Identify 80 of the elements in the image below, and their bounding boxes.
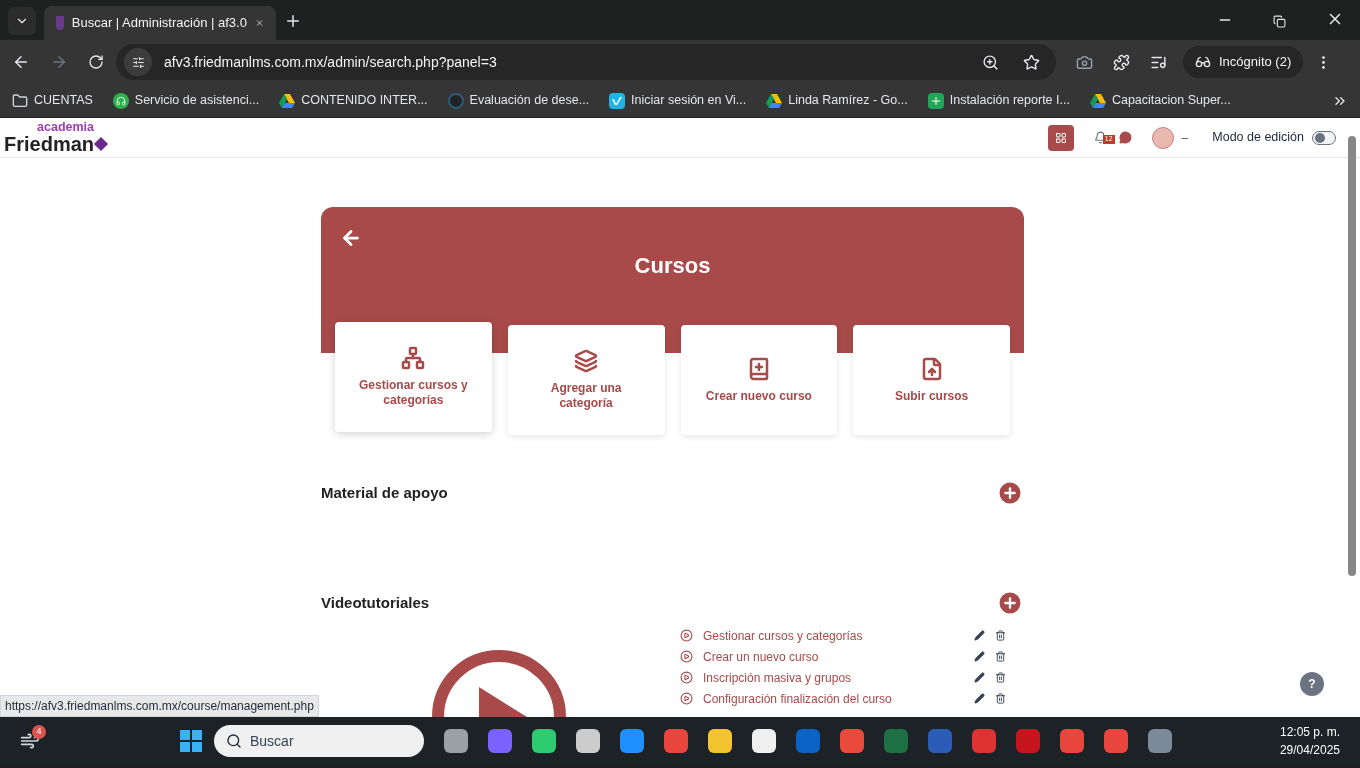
headset-icon [112, 92, 129, 109]
triangle-logo-icon [1089, 93, 1106, 108]
bookmark-link[interactable]: CONTENIDO INTER... [301, 91, 428, 110]
circle-logo-icon [447, 92, 464, 109]
back-arrow-icon[interactable] [340, 227, 362, 249]
windows-logo-icon[interactable] [180, 730, 202, 752]
play-icon [680, 671, 693, 684]
layers-icon [574, 349, 599, 373]
widget-badge: 4 [32, 725, 46, 739]
bell-icon[interactable] [1093, 131, 1107, 144]
add-icon[interactable] [996, 589, 1024, 617]
apps-button[interactable] [1047, 124, 1074, 151]
profile-label: Incógnito (2) [1219, 53, 1292, 72]
zoom-icon[interactable] [982, 53, 999, 71]
user-menu-label[interactable]: – [1181, 128, 1189, 147]
bookmark-link[interactable]: Instalación reporte I... [949, 91, 1070, 110]
scrollbar[interactable] [1348, 136, 1356, 576]
new-tab-icon[interactable] [284, 12, 302, 30]
incognito-icon [1195, 54, 1211, 70]
bookmark-link[interactable]: Evaluación de dese... [469, 91, 590, 110]
edit-icon[interactable] [974, 651, 985, 662]
play-icon [680, 650, 693, 663]
triangle-logo-icon [766, 93, 783, 108]
play-icon [680, 692, 693, 705]
url-text: afv3.friedmanlms.com.mx/admin/search.php?panel=3 [164, 52, 498, 72]
clock-time: 12:05 p. m. [1279, 724, 1340, 741]
help-button[interactable]: ? [1300, 672, 1324, 696]
edit-mode-label: Modo de edición [1212, 129, 1304, 147]
edit-icon[interactable] [974, 672, 985, 683]
video-link[interactable]: Crear un nuevo curso [703, 647, 964, 666]
delete-icon[interactable] [995, 630, 1006, 641]
chat-icon[interactable] [1118, 131, 1132, 144]
site-settings-icon[interactable] [124, 48, 152, 76]
edit-icon[interactable] [974, 630, 985, 641]
banner-title: Cursos [634, 252, 711, 280]
tab-title: Buscar | Administración | af3.0 [71, 14, 247, 33]
section-title: Material de apoyo [321, 482, 448, 503]
action-card[interactable]: Gestionar cursos y categorías [335, 322, 492, 432]
incognito-chip[interactable]: Incógnito (2) [1183, 46, 1304, 78]
video-link[interactable]: Inscripción masiva y grupos [703, 668, 964, 687]
avatar[interactable] [1151, 126, 1174, 149]
delete-icon[interactable] [995, 651, 1006, 662]
browser-tab[interactable]: Buscar | Administración | af3.0 [44, 6, 276, 40]
sitemap-icon [401, 346, 426, 370]
restore-icon[interactable] [1273, 15, 1286, 28]
camera-icon[interactable] [1076, 53, 1093, 71]
bookmark-link[interactable]: Iniciar sesión en Vi... [631, 91, 747, 110]
clock-date: 29/04/2025 [1279, 742, 1340, 759]
edit-mode-toggle[interactable] [1312, 130, 1336, 145]
forward-icon[interactable] [50, 53, 68, 71]
bookmark-link[interactable]: CUENTAS [34, 91, 93, 110]
extensions-icon[interactable] [1113, 53, 1130, 71]
action-card[interactable]: Agregar una categoría [507, 325, 665, 435]
action-card[interactable]: Subir cursos [853, 325, 1010, 435]
play-icon [680, 629, 693, 642]
address-bar[interactable]: afv3.friedmanlms.com.mx/admin/search.php?panel=3 [116, 44, 1056, 80]
video-link[interactable]: Configuración finalización del curso [703, 689, 964, 708]
grid-icon [1054, 131, 1067, 144]
search-placeholder: Buscar [250, 731, 294, 751]
section-title: Videotutoriales [321, 592, 430, 613]
reload-icon[interactable] [88, 54, 104, 70]
bookmark-link[interactable]: Servicio de asistenci... [134, 91, 260, 110]
edit-icon[interactable] [974, 693, 985, 704]
bookmark-star-icon[interactable] [1023, 53, 1040, 71]
action-card[interactable]: Crear nuevo curso [680, 325, 838, 435]
taskbar-search[interactable]: Buscar [214, 725, 424, 757]
delete-icon[interactable] [995, 672, 1006, 683]
status-url: https://afv3.friedmanlms.com.mx/course/management.php [0, 695, 319, 717]
bookmark-link[interactable]: Capacitacion Super... [1111, 91, 1231, 110]
v-logo-icon [609, 92, 626, 109]
search-icon [226, 733, 242, 749]
shield-icon [56, 16, 64, 30]
back-icon[interactable] [12, 53, 30, 71]
add-icon[interactable] [996, 479, 1024, 507]
sheet-icon [927, 92, 944, 109]
video-link[interactable]: Gestionar cursos y categorías [703, 626, 964, 645]
triangle-logo-icon [279, 93, 296, 108]
delete-icon[interactable] [995, 693, 1006, 704]
bookmark-link[interactable]: Linda Ramírez - Go... [788, 91, 908, 110]
academy-logo[interactable]: academia Friedman [4, 121, 107, 154]
